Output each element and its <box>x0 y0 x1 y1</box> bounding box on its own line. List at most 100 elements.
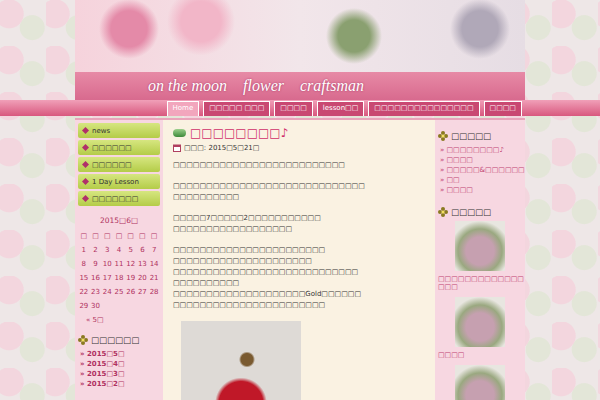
nav-tab[interactable]: □□□□□ □□□ <box>203 101 270 116</box>
post-paragraph: □□□□□□□□□□□□□□□□□□□□□□□□□□ <box>173 160 425 171</box>
nav-tab[interactable]: Home <box>167 101 200 116</box>
archive-link[interactable]: » 2015□4□ <box>78 359 160 369</box>
post-paragraph: □□□□□□□□□□□□□□□□□□□□□□□□□□□□□□□□□□□□□□□ <box>173 181 425 203</box>
calendar-prev[interactable]: « 5□ <box>78 313 160 327</box>
post-date: □□□: 2015□5□21□ <box>173 144 425 152</box>
site-title[interactable]: on the moon flower craftsman <box>148 76 364 97</box>
calendar-day: 7 <box>148 243 160 257</box>
menu-item[interactable]: □□□□□□ <box>78 157 160 172</box>
post-paragraph: □□□□□□□□□□□□□□□□□□□□□□□□□□□□□□□□□□□□□□□□… <box>173 245 425 311</box>
title-bar: on the moon flower craftsman <box>75 72 525 100</box>
flower-icon <box>438 207 448 217</box>
flower-icon <box>438 131 448 141</box>
recent-heading: □□□□□ <box>438 131 522 141</box>
weekday: □ <box>137 229 149 243</box>
menu-item[interactable]: □□□□□□ <box>78 140 160 155</box>
calendar-day: 29 <box>78 299 90 313</box>
bullet-icon <box>82 144 89 151</box>
gallery-item[interactable] <box>438 365 522 400</box>
archive-link[interactable]: » 2015□2□ <box>78 379 160 389</box>
calendar-day: 16 <box>90 271 102 285</box>
nav-tab[interactable]: □□□□ <box>484 101 522 116</box>
gallery-caption[interactable]: □□□□ <box>438 351 522 359</box>
calendar-day <box>101 299 113 313</box>
calendar-day: 21 <box>148 271 160 285</box>
nav-bar: Home□□□□□ □□□□□□□lesson□□□□□□□□□□□□□□□□□… <box>0 100 600 116</box>
bullet-icon <box>82 178 89 185</box>
pill-icon <box>173 129 186 137</box>
weekday: □ <box>148 229 160 243</box>
calendar-day: 12 <box>125 257 137 271</box>
calendar-day: 6 <box>137 243 149 257</box>
nav-tab[interactable]: lesson□□ <box>317 101 365 116</box>
calendar-day: 24 <box>101 285 113 299</box>
bullet-icon <box>82 127 89 134</box>
weekday: □ <box>125 229 137 243</box>
calendar-day: 18 <box>113 271 125 285</box>
post: □□□□□□□□♪ □□□: 2015□5□21□ □□□□□□□□□□□□□□□□… <box>167 120 431 400</box>
blog-page: on the moon flower craftsmanHome□□□□□ □□… <box>0 0 600 400</box>
menu-item[interactable]: 1 Day Lesson <box>78 174 160 189</box>
recent-link[interactable]: » □□□□□&□□□□□□ <box>438 165 522 175</box>
recent-link[interactable]: » □□□□ <box>438 185 522 195</box>
calendar-day <box>137 299 149 313</box>
calendar-caption: 2015□6□ <box>78 216 160 229</box>
weekday: □ <box>78 229 90 243</box>
calendar-day: 19 <box>125 271 137 285</box>
menu-item[interactable]: news <box>78 123 160 138</box>
calendar-day: 2 <box>90 243 102 257</box>
gallery-item[interactable]: □□□□ <box>438 297 522 359</box>
post-photo <box>181 321 301 400</box>
calendar-day: 8 <box>78 257 90 271</box>
right-sidebar: □□□□□» □□□□□□□□♪» □□□□» □□□□□&□□□□□□» □□… <box>435 120 525 400</box>
calendar-day: 15 <box>78 271 90 285</box>
calendar-day: 17 <box>101 271 113 285</box>
calendar-icon <box>173 144 181 152</box>
nav-tab[interactable]: □□□□□□□□□□□□□□□ <box>368 101 479 116</box>
calendar-day <box>148 299 160 313</box>
calendar: 2015□6□□□□□□□□12345678910111213141516171… <box>78 216 160 313</box>
flower-photo <box>75 0 525 72</box>
calendar-day: 30 <box>90 299 102 313</box>
archive-link[interactable]: » 2015□5□ <box>78 349 160 359</box>
recent-link[interactable]: » □□ <box>438 175 522 185</box>
post-title[interactable]: □□□□□□□□♪ <box>173 124 425 142</box>
gallery-photo <box>455 365 505 400</box>
post-paragraph: □□□□□7□□□□□2□□□□□□□□□□□□□□□□□□□□□□□□□□□□… <box>173 213 425 235</box>
weekday: □ <box>90 229 102 243</box>
header-banner: on the moon flower craftsman <box>75 0 525 100</box>
calendar-day: 20 <box>137 271 149 285</box>
menu-item[interactable]: □□□□□□□ <box>78 191 160 206</box>
content: news□□□□□□□□□□□□1 Day Lesson□□□□□□□2015□… <box>75 118 525 400</box>
flower-icon <box>78 335 88 345</box>
weekday: □ <box>113 229 125 243</box>
calendar-day: 14 <box>148 257 160 271</box>
archive-link[interactable]: » 2015□3□ <box>78 369 160 379</box>
calendar-day: 22 <box>78 285 90 299</box>
calendar-day: 9 <box>90 257 102 271</box>
recent-link[interactable]: » □□□□□□□□♪ <box>438 145 522 155</box>
calendar-day: 27 <box>137 285 149 299</box>
calendar-day: 1 <box>78 243 90 257</box>
gallery-caption[interactable]: □□□□□□□□□□□□□ □□□ <box>438 275 522 291</box>
calendar-day: 25 <box>113 285 125 299</box>
calendar-day: 4 <box>113 243 125 257</box>
recent-link[interactable]: » □□□□ <box>438 155 522 165</box>
gallery-heading: □□□□□ <box>438 207 522 217</box>
calendar-day: 28 <box>148 285 160 299</box>
left-sidebar: news□□□□□□□□□□□□1 Day Lesson□□□□□□□2015□… <box>75 120 163 400</box>
calendar-day: 5 <box>125 243 137 257</box>
calendar-day: 11 <box>113 257 125 271</box>
gallery-photo <box>455 297 505 347</box>
archive-heading: □□□□□□ <box>78 335 160 345</box>
calendar-day <box>113 299 125 313</box>
calendar-day: 23 <box>90 285 102 299</box>
bullet-icon <box>82 195 89 202</box>
calendar-day: 13 <box>137 257 149 271</box>
gallery-item[interactable]: □□□□□□□□□□□□□ □□□ <box>438 221 522 291</box>
calendar-day: 10 <box>101 257 113 271</box>
calendar-day: 26 <box>125 285 137 299</box>
calendar-day: 3 <box>101 243 113 257</box>
weekday: □ <box>101 229 113 243</box>
nav-tab[interactable]: □□□□ <box>274 101 312 116</box>
